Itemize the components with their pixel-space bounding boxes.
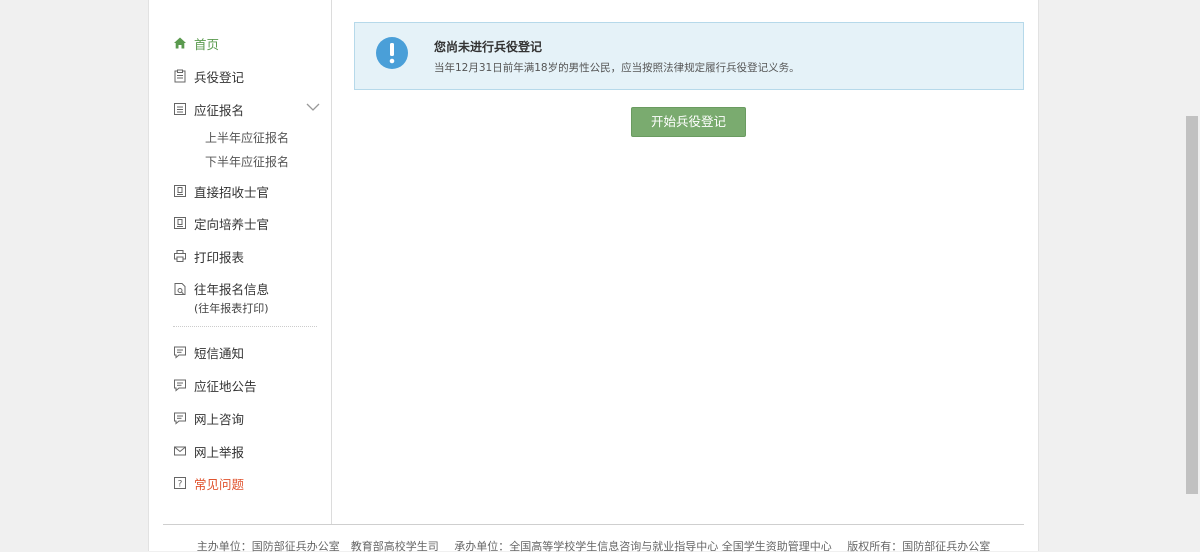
sidebar-item-online-report[interactable]: 网上举报 (173, 441, 244, 461)
sidebar-item-label: 常见问题 (194, 476, 245, 492)
clipboard-icon (174, 69, 186, 83)
footer-copyright: 版权所有：国防部征兵办公室 (847, 540, 991, 552)
main-content: 您尚未进行兵役登记 当年12月31日前年满18岁的男性公民，应当按照法律规定履行… (332, 0, 1038, 524)
message-icon (174, 412, 186, 425)
svg-text:?: ? (178, 480, 183, 490)
message-icon (174, 346, 186, 359)
sidebar-item-label: 兵役登记 (194, 69, 245, 85)
sidebar-item-sms-notice[interactable]: 短信通知 (173, 342, 244, 362)
footer-operator: 承办单位：全国高等学校学生信息咨询与就业指导中心 全国学生资助管理中心 (454, 540, 832, 552)
sidebar-item-direct-nco[interactable]: 直接招收士官 (173, 181, 269, 201)
sidebar: 首页 兵役登记 应征报名 上半年应征报名 下半年应征报名 直接招收士官 定向培养… (149, 0, 332, 524)
sidebar-item-note: (往年报表打印) (194, 302, 269, 315)
sidebar-item-label: 短信通知 (194, 345, 245, 361)
badge-icon (174, 185, 186, 197)
notice-text: 当年12月31日前年满18岁的男性公民，应当按照法律规定履行兵役登记义务。 (434, 62, 800, 74)
footer-organizer: 主办单位：国防部征兵办公室 教育部高校学生司 (196, 540, 439, 552)
sidebar-item-label: 应征报名 (194, 102, 245, 118)
sidebar-item-military-registration[interactable]: 兵役登记 (173, 66, 244, 86)
sidebar-item-label: 网上举报 (194, 444, 245, 460)
home-icon (174, 37, 186, 49)
page-frame: 首页 兵役登记 应征报名 上半年应征报名 下半年应征报名 直接招收士官 定向培养… (148, 0, 1039, 552)
sidebar-item-label: 首页 (194, 36, 220, 52)
exclamation-icon (376, 37, 408, 69)
sidebar-item-label: 定向培养士官 (194, 216, 270, 232)
footer: 主办单位：国防部征兵办公室 教育部高校学生司 承办单位：全国高等学校学生信息咨询… (149, 538, 1038, 552)
start-registration-button[interactable]: 开始兵役登记 (631, 107, 746, 137)
sidebar-item-label: 应征地公告 (194, 378, 257, 394)
notice-title: 您尚未进行兵役登记 (434, 40, 543, 54)
scrollbar-thumb[interactable] (1186, 116, 1198, 494)
sidebar-divider (173, 326, 317, 327)
printer-icon (174, 250, 186, 262)
sidebar-item-label: 往年报名信息 (194, 282, 270, 297)
chevron-down-icon[interactable] (306, 102, 320, 112)
list-icon (174, 103, 186, 115)
sidebar-item-label: 网上咨询 (194, 411, 245, 427)
sidebar-item-local-announcement[interactable]: 应征地公告 (173, 375, 257, 395)
sidebar-item-enlistment[interactable]: 应征报名 (173, 99, 244, 119)
sidebar-subitem-first-half[interactable]: 上半年应征报名 (205, 129, 289, 146)
sidebar-item-print-report[interactable]: 打印报表 (173, 246, 244, 266)
sidebar-item-directed-nco[interactable]: 定向培养士官 (173, 213, 269, 233)
sidebar-item-label: 直接招收士官 (194, 184, 270, 200)
message-icon (174, 379, 186, 392)
sidebar-item-faq[interactable]: ? 常见问题 (173, 473, 244, 493)
question-icon: ? (174, 477, 186, 490)
registration-notice: 您尚未进行兵役登记 当年12月31日前年满18岁的男性公民，应当按照法律规定履行… (354, 22, 1024, 90)
sidebar-subitem-second-half[interactable]: 下半年应征报名 (205, 153, 289, 170)
sidebar-item-label: 打印报表 (194, 249, 245, 265)
sidebar-item-home[interactable]: 首页 (173, 33, 219, 53)
mail-icon (174, 446, 186, 456)
sidebar-item-online-consult[interactable]: 网上咨询 (173, 408, 244, 428)
sidebar-item-past-registrations[interactable]: 往年报名信息 (往年报表打印) (173, 279, 269, 315)
file-search-icon (174, 283, 186, 295)
footer-divider (163, 524, 1024, 525)
badge-icon (174, 217, 186, 229)
